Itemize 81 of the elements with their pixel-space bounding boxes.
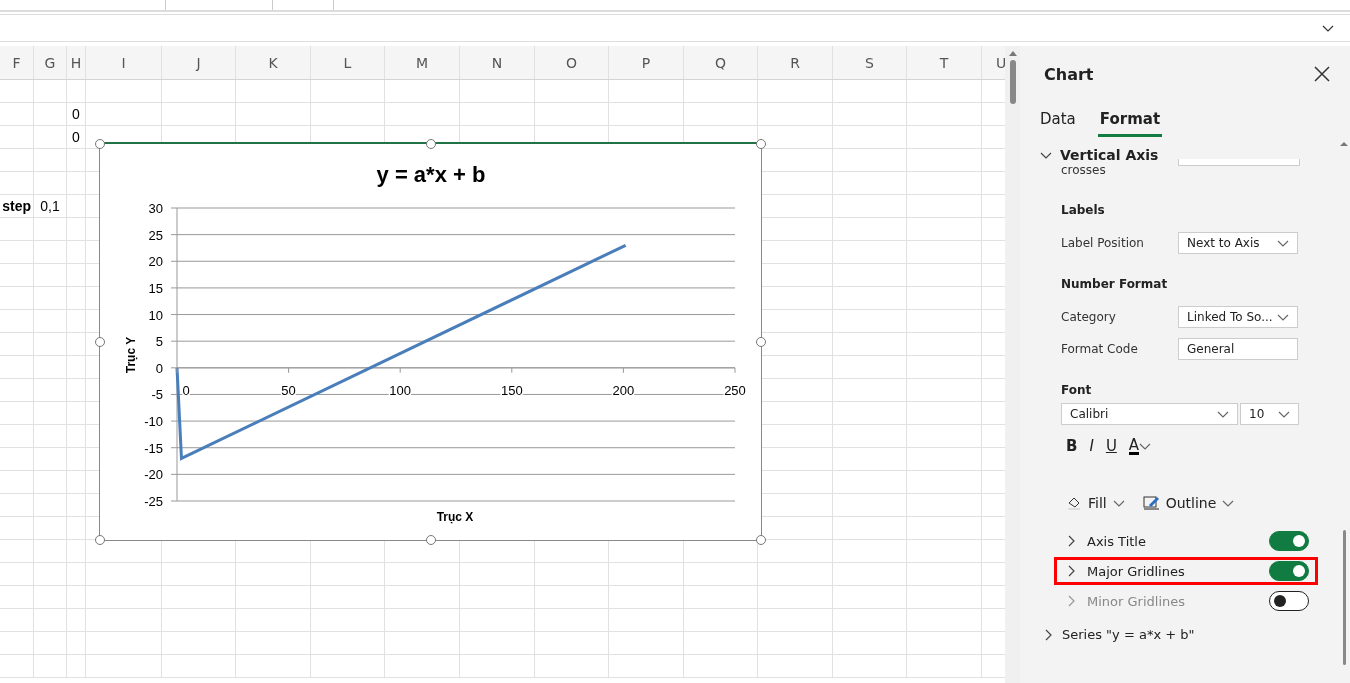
- resize-handle[interactable]: [756, 139, 766, 149]
- column-header[interactable]: I: [86, 46, 162, 79]
- tab[interactable]: Format: [1097, 104, 1163, 137]
- y-tick-label: -20: [144, 467, 163, 483]
- y-tick-label: -25: [144, 494, 163, 509]
- y-tick-label: -10: [144, 414, 163, 430]
- resize-handle[interactable]: [425, 535, 436, 545]
- y-tick-label: 30: [148, 201, 163, 216]
- column-header[interactable]: P: [609, 46, 684, 79]
- chart-title: y = a*x + b: [376, 162, 486, 187]
- column-header[interactable]: K: [236, 46, 311, 79]
- resize-handle[interactable]: [425, 139, 436, 149]
- field-label: Category: [1061, 310, 1117, 324]
- italic-button[interactable]: I: [1087, 435, 1096, 457]
- y-tick-label: 25: [148, 227, 163, 243]
- close-icon: [1314, 66, 1330, 82]
- column-header[interactable]: H: [67, 46, 86, 79]
- x-tick-label: 100: [389, 382, 412, 398]
- font-color-button[interactable]: A: [1126, 435, 1154, 457]
- column-header[interactable]: J: [162, 46, 236, 79]
- y-tick-label: -5: [151, 387, 163, 403]
- group-heading: Labels: [1060, 203, 1106, 217]
- paint-bucket-icon: [1066, 495, 1082, 511]
- scroll-up-icon[interactable]: [1340, 141, 1348, 146]
- y-tick-label: 0: [155, 360, 163, 376]
- x-tick-label: 250: [724, 382, 746, 398]
- expand-row[interactable]: Axis Title: [1065, 533, 1146, 549]
- column-header[interactable]: M: [385, 46, 460, 79]
- y-axis-title: Trục Y: [124, 336, 138, 374]
- y-tick-label: 15: [148, 280, 163, 296]
- group-heading: Number Format: [1060, 277, 1169, 291]
- underline-button[interactable]: U: [1103, 435, 1119, 457]
- resize-handle[interactable]: [756, 337, 766, 347]
- x-axis-title: Trục X: [436, 510, 474, 524]
- close-button[interactable]: [1314, 66, 1330, 82]
- resize-handle[interactable]: [756, 535, 766, 545]
- expand-row[interactable]: Major Gridlines: [1065, 563, 1185, 579]
- column-header[interactable]: O: [535, 46, 609, 79]
- outline-button[interactable]: Outline: [1140, 493, 1237, 513]
- y-tick-label: 5: [155, 334, 163, 350]
- field-label: Format Code: [1061, 342, 1139, 356]
- fill-button[interactable]: Fill: [1064, 493, 1127, 513]
- column-header[interactable]: R: [758, 46, 833, 79]
- group-heading: Font: [1060, 383, 1093, 397]
- x-tick-label: 0: [182, 382, 190, 398]
- toggle-switch[interactable]: [1269, 531, 1309, 551]
- column-header[interactable]: G: [34, 46, 67, 79]
- bold-button[interactable]: B: [1064, 435, 1080, 457]
- resize-handle[interactable]: [95, 337, 105, 347]
- panel-title: Chart: [1044, 64, 1094, 84]
- cell-text: 0: [71, 129, 81, 145]
- resize-handle[interactable]: [95, 139, 105, 149]
- x-tick-label: 200: [612, 382, 635, 398]
- column-header[interactable]: N: [460, 46, 535, 79]
- pencil-icon: [1142, 495, 1160, 511]
- column-header[interactable]: Q: [684, 46, 758, 79]
- column-header[interactable]: L: [311, 46, 385, 79]
- cell-text: step: [1, 198, 32, 214]
- x-tick-label: 150: [500, 382, 523, 398]
- x-tick-label: 50: [281, 382, 296, 398]
- column-header[interactable]: F: [0, 46, 34, 79]
- toggle-switch[interactable]: [1269, 561, 1309, 581]
- cell-text: 0,1: [39, 198, 61, 214]
- font-dropdown[interactable]: Calibri: [1061, 403, 1238, 425]
- tab[interactable]: Data: [1038, 104, 1078, 137]
- input-field[interactable]: General: [1178, 338, 1298, 360]
- column-header[interactable]: T: [907, 46, 982, 79]
- font-size-dropdown[interactable]: 10: [1240, 403, 1299, 425]
- y-tick-label: 10: [148, 307, 163, 323]
- field-label: Label Position: [1061, 236, 1145, 250]
- cell-text: 0: [71, 106, 81, 122]
- dropdown[interactable]: Next to Axis: [1178, 232, 1298, 254]
- dropdown[interactable]: Linked To So...: [1178, 306, 1298, 328]
- input-field[interactable]: [1178, 159, 1300, 166]
- column-header[interactable]: S: [833, 46, 907, 79]
- scroll-up-icon[interactable]: [1008, 50, 1017, 56]
- scrollbar[interactable]: [1005, 46, 1020, 683]
- y-tick-label: -15: [144, 440, 163, 456]
- resize-handle[interactable]: [95, 535, 105, 545]
- y-tick-label: 20: [148, 254, 163, 270]
- field-label: crosses: [1061, 163, 1107, 177]
